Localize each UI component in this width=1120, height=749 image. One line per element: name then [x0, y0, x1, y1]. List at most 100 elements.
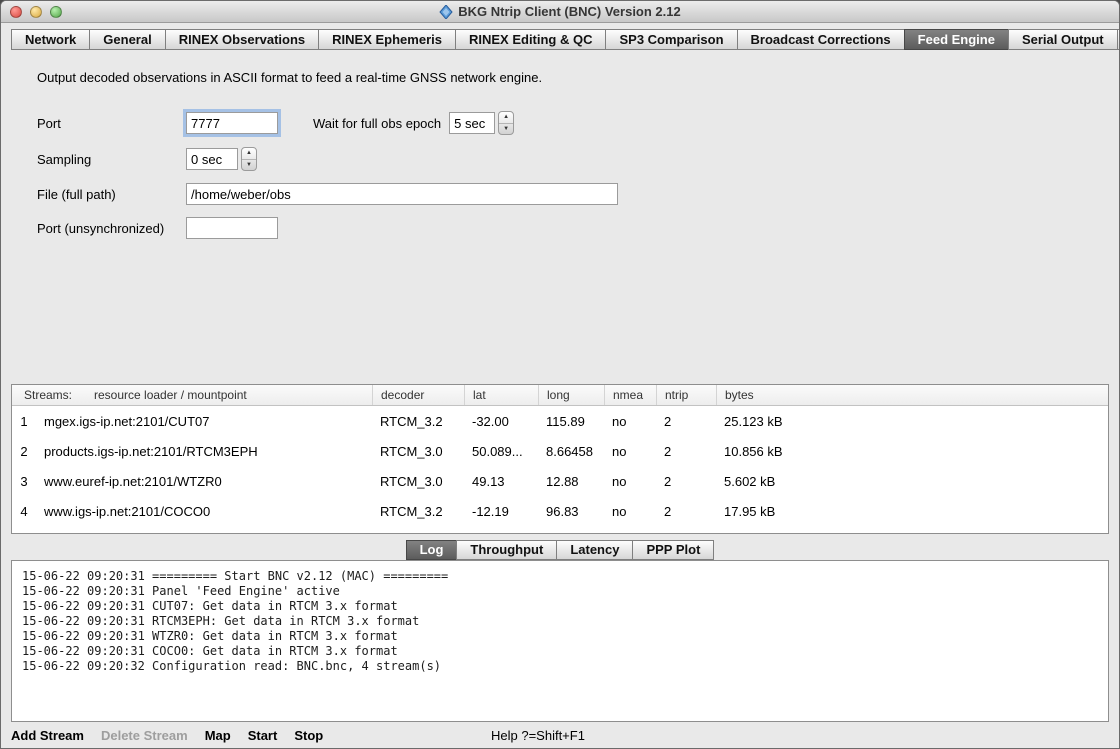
- tab-throughput[interactable]: Throughput: [456, 540, 557, 560]
- header-decoder: decoder: [372, 385, 464, 405]
- log-line: 15-06-22 09:20:31 CUT07: Get data in RTC…: [22, 599, 1098, 614]
- wait-epoch-input[interactable]: [449, 112, 495, 134]
- cell-mountpoint: www.igs-ip.net:2101/COCO0: [36, 496, 372, 526]
- sampling-stepper-down-button[interactable]: ▼: [242, 160, 256, 171]
- port-row: Port Wait for full obs epoch ▲ ▼: [37, 111, 1119, 135]
- log-line: 15-06-22 09:20:31 WTZR0: Get data in RTC…: [22, 629, 1098, 644]
- tab-serial-output[interactable]: Serial Output: [1008, 29, 1118, 50]
- log-line: 15-06-22 09:20:31 Panel 'Feed Engine' ac…: [22, 584, 1098, 599]
- cell-long: 96.83: [538, 496, 604, 526]
- table-row[interactable]: 1 mgex.igs-ip.net:2101/CUT07 RTCM_3.2 -3…: [12, 406, 1108, 436]
- log-line: 15-06-22 09:20:31 RTCM3EPH: Get data in …: [22, 614, 1098, 629]
- row-number: 3: [12, 466, 36, 496]
- cell-bytes: 10.856 kB: [716, 436, 1108, 466]
- header-bytes: bytes: [716, 385, 1108, 405]
- cell-ntrip: 2: [656, 466, 716, 496]
- tab-ppp-plot[interactable]: PPP Plot: [632, 540, 714, 560]
- cell-nmea: no: [604, 406, 656, 436]
- cell-nmea: no: [604, 436, 656, 466]
- header-lat: lat: [464, 385, 538, 405]
- delete-stream-button[interactable]: Delete Stream: [101, 728, 188, 743]
- cell-bytes: 17.95 kB: [716, 496, 1108, 526]
- log-tab-bar: Log Throughput Latency PPP Plot: [1, 534, 1119, 560]
- add-stream-button[interactable]: Add Stream: [11, 728, 84, 743]
- tab-network[interactable]: Network: [11, 29, 90, 50]
- header-streams-label: Streams:: [24, 388, 72, 402]
- wait-epoch-label: Wait for full obs epoch: [313, 116, 441, 131]
- tab-rinex-ephemeris[interactable]: RINEX Ephemeris: [318, 29, 456, 50]
- log-output[interactable]: 15-06-22 09:20:31 ========= Start BNC v2…: [11, 560, 1109, 722]
- cell-mountpoint: mgex.igs-ip.net:2101/CUT07: [36, 406, 372, 436]
- app-icon: [439, 5, 453, 19]
- start-button[interactable]: Start: [248, 728, 278, 743]
- stop-button[interactable]: Stop: [294, 728, 323, 743]
- port-label: Port: [37, 116, 186, 131]
- cell-mountpoint: products.igs-ip.net:2101/RTCM3EPH: [36, 436, 372, 466]
- tab-log[interactable]: Log: [406, 540, 458, 560]
- tab-general[interactable]: General: [89, 29, 165, 50]
- cell-decoder: RTCM_3.0: [372, 466, 464, 496]
- file-row: File (full path): [37, 183, 1119, 205]
- cell-bytes: 25.123 kB: [716, 406, 1108, 436]
- sampling-label: Sampling: [37, 152, 186, 167]
- cell-mountpoint: www.euref-ip.net:2101/WTZR0: [36, 466, 372, 496]
- tab-latency[interactable]: Latency: [556, 540, 633, 560]
- streams-table: Streams: resource loader / mountpoint de…: [11, 384, 1109, 534]
- wait-epoch-stepper-up-button[interactable]: ▲: [499, 112, 513, 124]
- sampling-stepper-up-button[interactable]: ▲: [242, 148, 256, 160]
- tab-broadcast-corrections[interactable]: Broadcast Corrections: [737, 29, 905, 50]
- cell-lat: -12.19: [464, 496, 538, 526]
- log-line: 15-06-22 09:20:31 ========= Start BNC v2…: [22, 569, 1098, 584]
- tab-rinex-observations[interactable]: RINEX Observations: [165, 29, 319, 50]
- header-streams-mountpoint: Streams: resource loader / mountpoint: [12, 385, 372, 405]
- window-controls: [10, 6, 62, 18]
- cell-decoder: RTCM_3.0: [372, 436, 464, 466]
- cell-lat: -32.00: [464, 406, 538, 436]
- zoom-button[interactable]: [50, 6, 62, 18]
- header-nmea: nmea: [604, 385, 656, 405]
- port-input[interactable]: [186, 112, 278, 134]
- cell-ntrip: 2: [656, 436, 716, 466]
- tab-sp3-comparison[interactable]: SP3 Comparison: [605, 29, 737, 50]
- wait-epoch-stepper: ▲ ▼: [498, 111, 514, 135]
- port-unsynchronized-input[interactable]: [186, 217, 278, 239]
- header-mountpoint-label: resource loader / mountpoint: [94, 388, 247, 402]
- cell-nmea: no: [604, 466, 656, 496]
- cell-long: 8.66458: [538, 436, 604, 466]
- cell-lat: 49.13: [464, 466, 538, 496]
- cell-long: 12.88: [538, 466, 604, 496]
- help-text: Help ?=Shift+F1: [491, 728, 585, 743]
- table-row[interactable]: 4 www.igs-ip.net:2101/COCO0 RTCM_3.2 -12…: [12, 496, 1108, 526]
- sampling-stepper: ▲ ▼: [241, 147, 257, 171]
- header-ntrip: ntrip: [656, 385, 716, 405]
- wait-epoch-stepper-down-button[interactable]: ▼: [499, 124, 513, 135]
- port-unsync-row: Port (unsynchronized): [37, 217, 1119, 239]
- log-line: 15-06-22 09:20:31 COCO0: Get data in RTC…: [22, 644, 1098, 659]
- row-number: 1: [12, 406, 36, 436]
- close-button[interactable]: [10, 6, 22, 18]
- window-title-area: BKG Ntrip Client (BNC) Version 2.12: [439, 4, 680, 19]
- file-path-input[interactable]: [186, 183, 618, 205]
- title-bar: BKG Ntrip Client (BNC) Version 2.12: [1, 1, 1119, 23]
- sampling-input[interactable]: [186, 148, 238, 170]
- log-line: 15-06-22 09:20:32 Configuration read: BN…: [22, 659, 1098, 674]
- cell-bytes: 5.602 kB: [716, 466, 1108, 496]
- cell-decoder: RTCM_3.2: [372, 406, 464, 436]
- header-long: long: [538, 385, 604, 405]
- minimize-button[interactable]: [30, 6, 42, 18]
- row-number: 4: [12, 496, 36, 526]
- cell-lat: 50.089...: [464, 436, 538, 466]
- tab-scroll-left-button[interactable]: ◀: [1117, 29, 1120, 50]
- sampling-row: Sampling ▲ ▼: [37, 147, 1119, 171]
- app-window: BKG Ntrip Client (BNC) Version 2.12 Netw…: [0, 0, 1120, 749]
- map-button[interactable]: Map: [205, 728, 231, 743]
- panel-description: Output decoded observations in ASCII for…: [37, 70, 1119, 85]
- cell-nmea: no: [604, 496, 656, 526]
- tab-rinex-editing-qc[interactable]: RINEX Editing & QC: [455, 29, 607, 50]
- table-row[interactable]: 3 www.euref-ip.net:2101/WTZR0 RTCM_3.0 4…: [12, 466, 1108, 496]
- feed-engine-panel: Output decoded observations in ASCII for…: [1, 50, 1119, 382]
- window-title: BKG Ntrip Client (BNC) Version 2.12: [458, 4, 680, 19]
- tab-feed-engine[interactable]: Feed Engine: [904, 29, 1009, 50]
- cell-ntrip: 2: [656, 496, 716, 526]
- table-row[interactable]: 2 products.igs-ip.net:2101/RTCM3EPH RTCM…: [12, 436, 1108, 466]
